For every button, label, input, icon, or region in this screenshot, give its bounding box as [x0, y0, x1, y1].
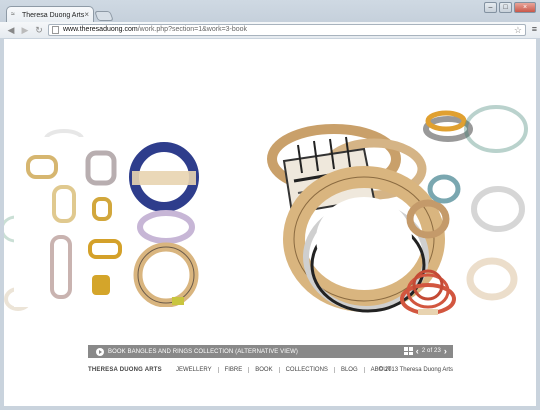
browser-toolbar: ◀ ▶ ↻ www.theresaduong.com/work.php?sect…	[0, 22, 540, 38]
browser-tab[interactable]: ≈ Theresa Duong Arts ×	[6, 6, 94, 23]
tab-close-icon[interactable]: ×	[84, 10, 89, 19]
slide-title: BOOK BANGLES AND RINGS COLLECTION (ALTER…	[108, 348, 299, 355]
favicon-icon: ≈	[11, 11, 15, 18]
url-path: /work.php?section=1&work=3-book	[137, 26, 248, 33]
window-controls: – □ ×	[484, 2, 536, 13]
footer-nav: JEWELLERY FIBRE BOOK COLLECTIONS BLOG AB…	[170, 367, 397, 373]
nav-link-jewellery[interactable]: JEWELLERY	[170, 367, 219, 373]
forward-icon[interactable]: ▶	[20, 25, 30, 36]
slide-controls: ‹ 2 of 23 ›	[403, 347, 447, 356]
maximize-button[interactable]: □	[499, 2, 512, 13]
site-brand[interactable]: THERESA DUONG ARTS	[88, 367, 162, 373]
slide-counter: 2 of 23	[421, 348, 441, 354]
minimize-button[interactable]: –	[484, 2, 497, 13]
star-icon[interactable]: ☆	[514, 25, 522, 35]
nav-link-collections[interactable]: COLLECTIONS	[280, 367, 335, 373]
play-icon[interactable]	[96, 347, 104, 356]
menu-icon[interactable]: ≡	[532, 24, 537, 34]
nav-link-fibre[interactable]: FIBRE	[219, 367, 250, 373]
close-window-button[interactable]: ×	[514, 2, 536, 13]
slide-caption-bar: BOOK BANGLES AND RINGS COLLECTION (ALTER…	[88, 345, 453, 358]
back-icon[interactable]: ◀	[6, 25, 16, 36]
nav-link-book[interactable]: BOOK	[249, 367, 280, 373]
page-icon	[52, 26, 59, 34]
page-viewport: BOOK BANGLES AND RINGS COLLECTION (ALTER…	[4, 39, 536, 406]
nav-link-blog[interactable]: BLOG	[335, 367, 365, 373]
next-slide-image[interactable]	[388, 89, 536, 349]
browser-chrome: ≈ Theresa Duong Arts × – □ × ◀ ▶ ↻ www.t…	[0, 0, 540, 38]
collection-photo	[14, 137, 214, 307]
next-icon[interactable]: ›	[444, 347, 447, 356]
new-tab-button[interactable]	[94, 11, 114, 21]
url-host: www.theresaduong.com	[63, 26, 138, 33]
prev-icon[interactable]: ‹	[416, 347, 419, 356]
site-footer: THERESA DUONG ARTS JEWELLERY FIBRE BOOK …	[88, 365, 453, 377]
grid-icon[interactable]	[403, 347, 413, 355]
address-bar[interactable]: www.theresaduong.com/work.php?section=1&…	[48, 24, 526, 36]
copyright-text: © 2013 Theresa Duong Arts	[378, 367, 453, 373]
reload-icon[interactable]: ↻	[34, 25, 44, 36]
tab-title: Theresa Duong Arts	[22, 11, 85, 19]
